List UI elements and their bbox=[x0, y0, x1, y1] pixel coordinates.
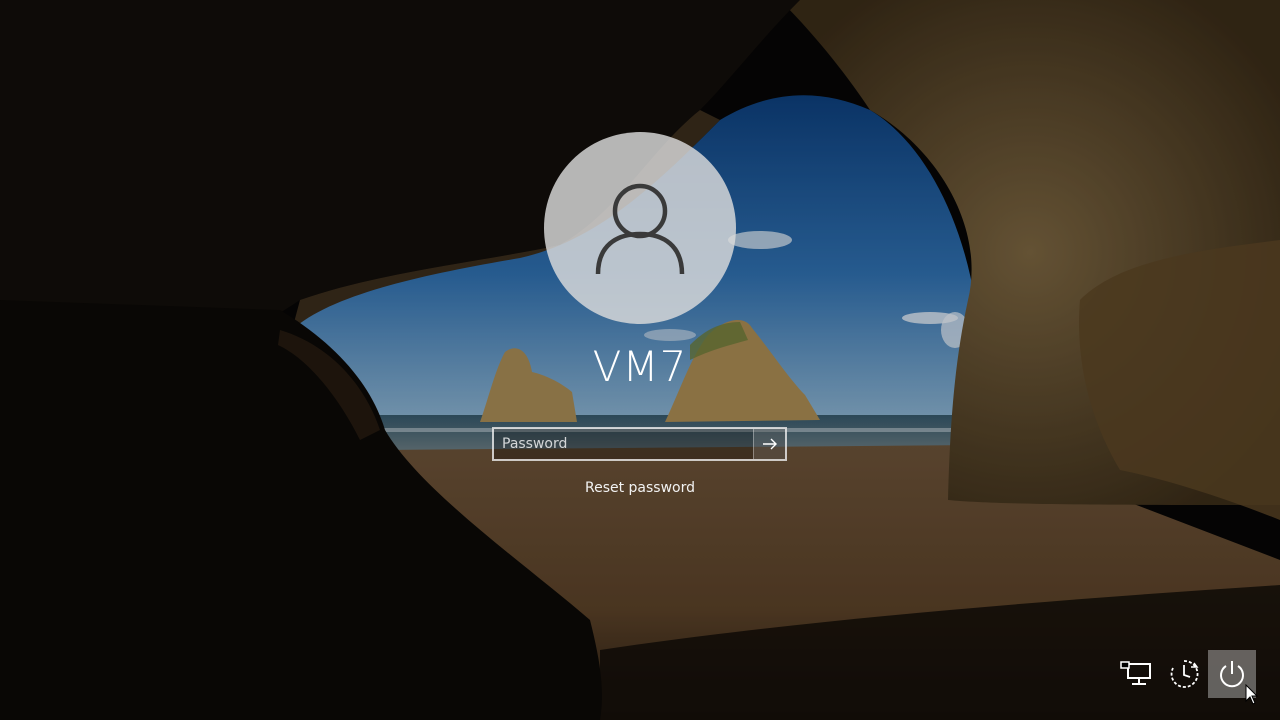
password-input[interactable] bbox=[494, 429, 753, 459]
ease-of-access-icon bbox=[1170, 660, 1199, 688]
login-panel: VM7 Reset password bbox=[0, 0, 1280, 720]
password-field-container bbox=[492, 427, 787, 461]
username-label: VM7 bbox=[592, 342, 688, 391]
reset-password-link[interactable]: Reset password bbox=[540, 480, 740, 496]
ease-of-access-button[interactable] bbox=[1160, 650, 1208, 698]
lock-screen: VM7 Reset password bbox=[0, 0, 1280, 720]
network-icon bbox=[1120, 661, 1151, 685]
user-avatar bbox=[544, 132, 736, 324]
power-icon bbox=[1220, 661, 1244, 688]
system-tray bbox=[1112, 650, 1256, 698]
arrow-right-icon bbox=[762, 438, 777, 450]
submit-button[interactable] bbox=[753, 429, 785, 459]
user-icon bbox=[595, 183, 685, 275]
network-button[interactable] bbox=[1112, 650, 1160, 698]
mouse-cursor-icon bbox=[1245, 684, 1259, 705]
